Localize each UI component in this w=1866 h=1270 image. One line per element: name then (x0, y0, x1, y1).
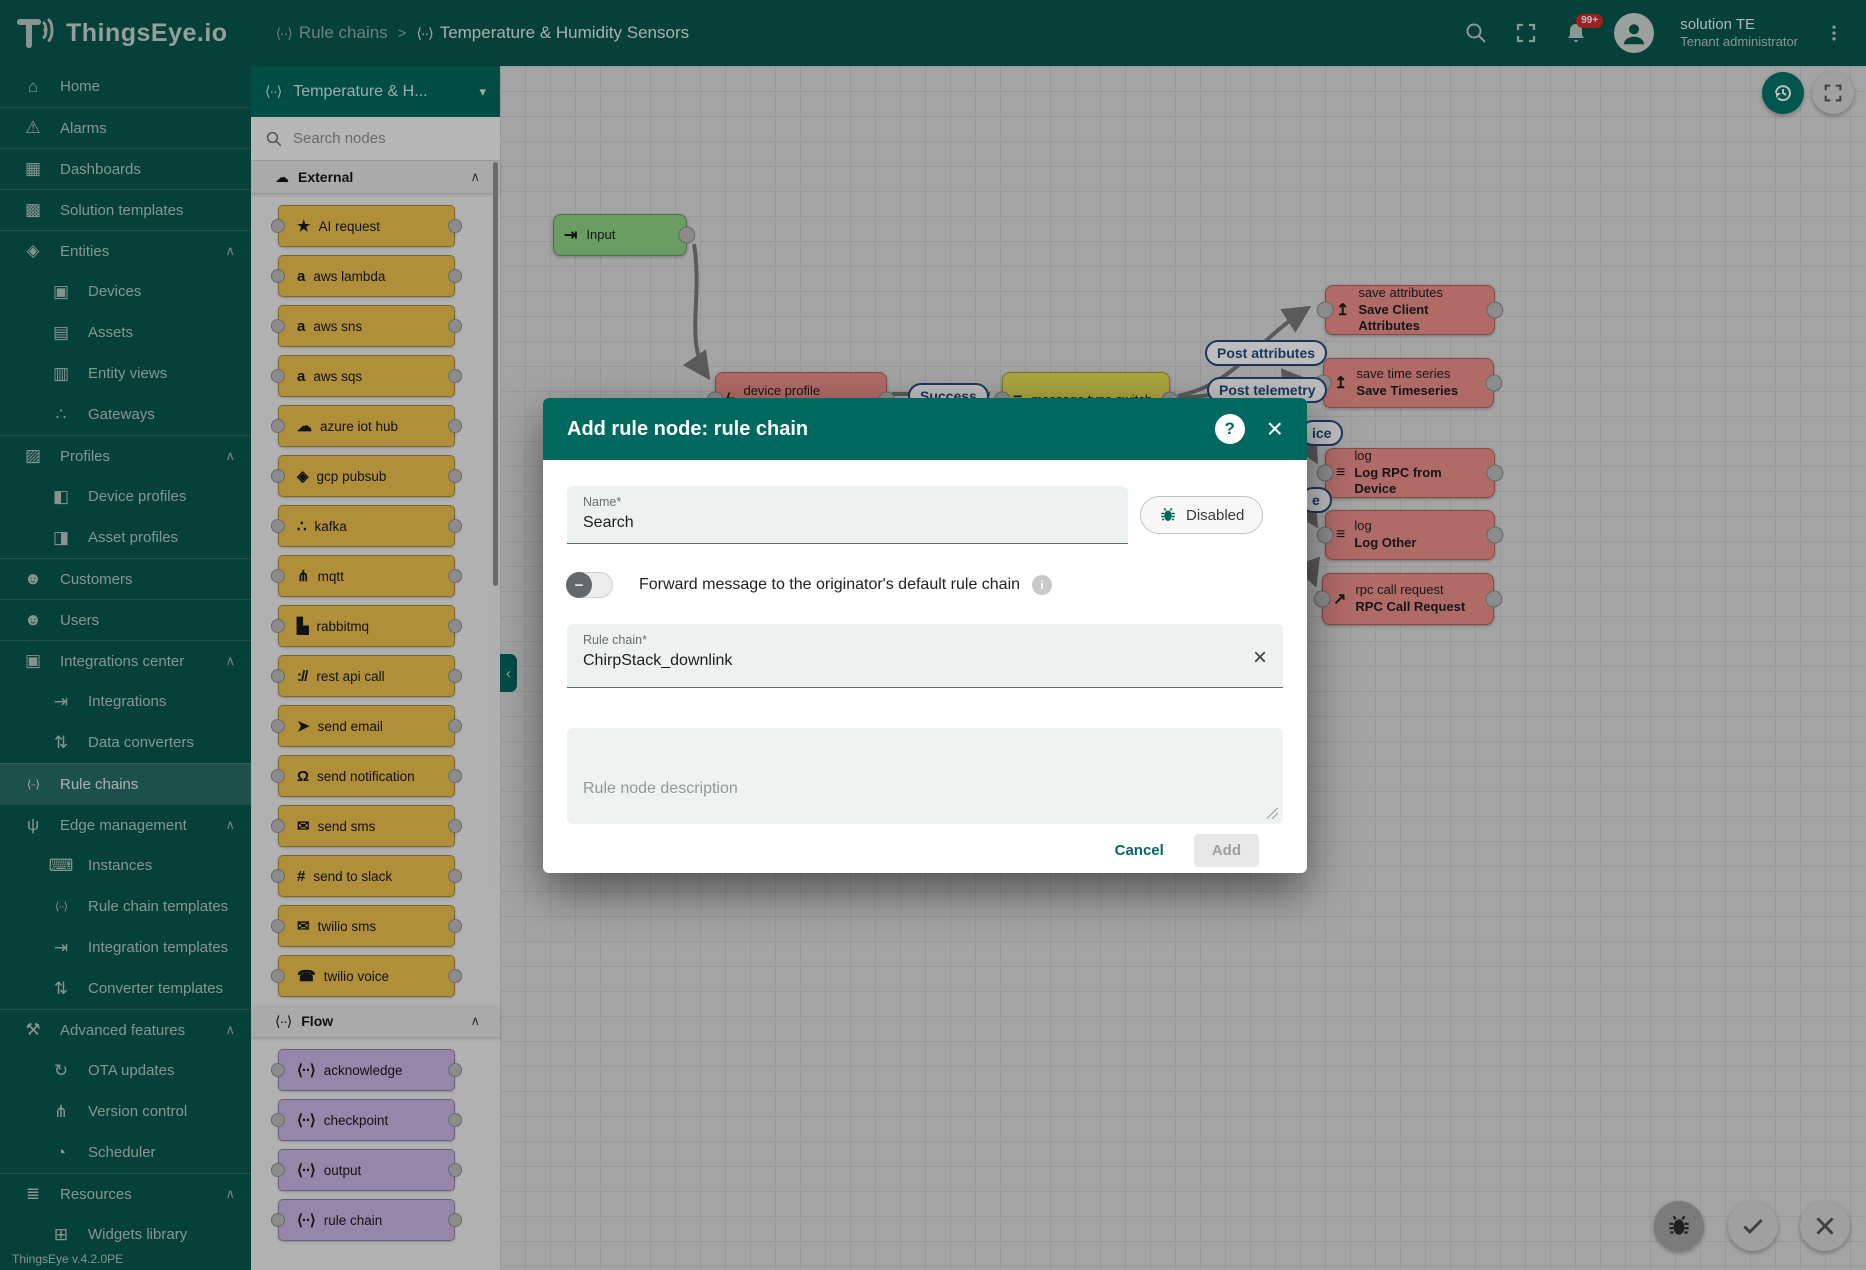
rule-chain-field-value[interactable]: ChirpStack_downlink (583, 652, 1267, 670)
add-button[interactable]: Add (1194, 834, 1259, 867)
name-field-value[interactable]: Search (583, 514, 1112, 532)
forward-message-label: Forward message to the originator's defa… (639, 576, 1020, 594)
rule-chain-field[interactable]: Rule chain* ChirpStack_downlink × (567, 624, 1283, 688)
dialog-header: Add rule node: rule chain ? × (543, 398, 1307, 460)
resize-handle-icon[interactable] (1267, 808, 1278, 819)
dialog-title: Add rule node: rule chain (567, 418, 1215, 441)
close-icon[interactable]: × (1267, 415, 1283, 443)
toggle-thumb: − (566, 572, 592, 598)
rule-chain-field-label: Rule chain* (583, 633, 1267, 647)
description-textarea[interactable]: Rule node description (567, 728, 1283, 824)
bug-icon (1159, 506, 1177, 524)
name-field-label: Name* (583, 495, 1112, 509)
debug-disabled-button[interactable]: Disabled (1140, 496, 1263, 534)
cancel-button[interactable]: Cancel (1115, 842, 1164, 859)
forward-message-toggle[interactable]: − (567, 572, 613, 598)
description-placeholder: Rule node description (583, 780, 738, 797)
add-rule-node-dialog: Add rule node: rule chain ? × Name* Sear… (543, 398, 1307, 873)
clear-icon[interactable]: × (1253, 646, 1267, 670)
help-icon[interactable]: ? (1215, 414, 1245, 444)
info-icon[interactable]: i (1032, 575, 1052, 595)
name-field[interactable]: Name* Search (567, 486, 1128, 544)
